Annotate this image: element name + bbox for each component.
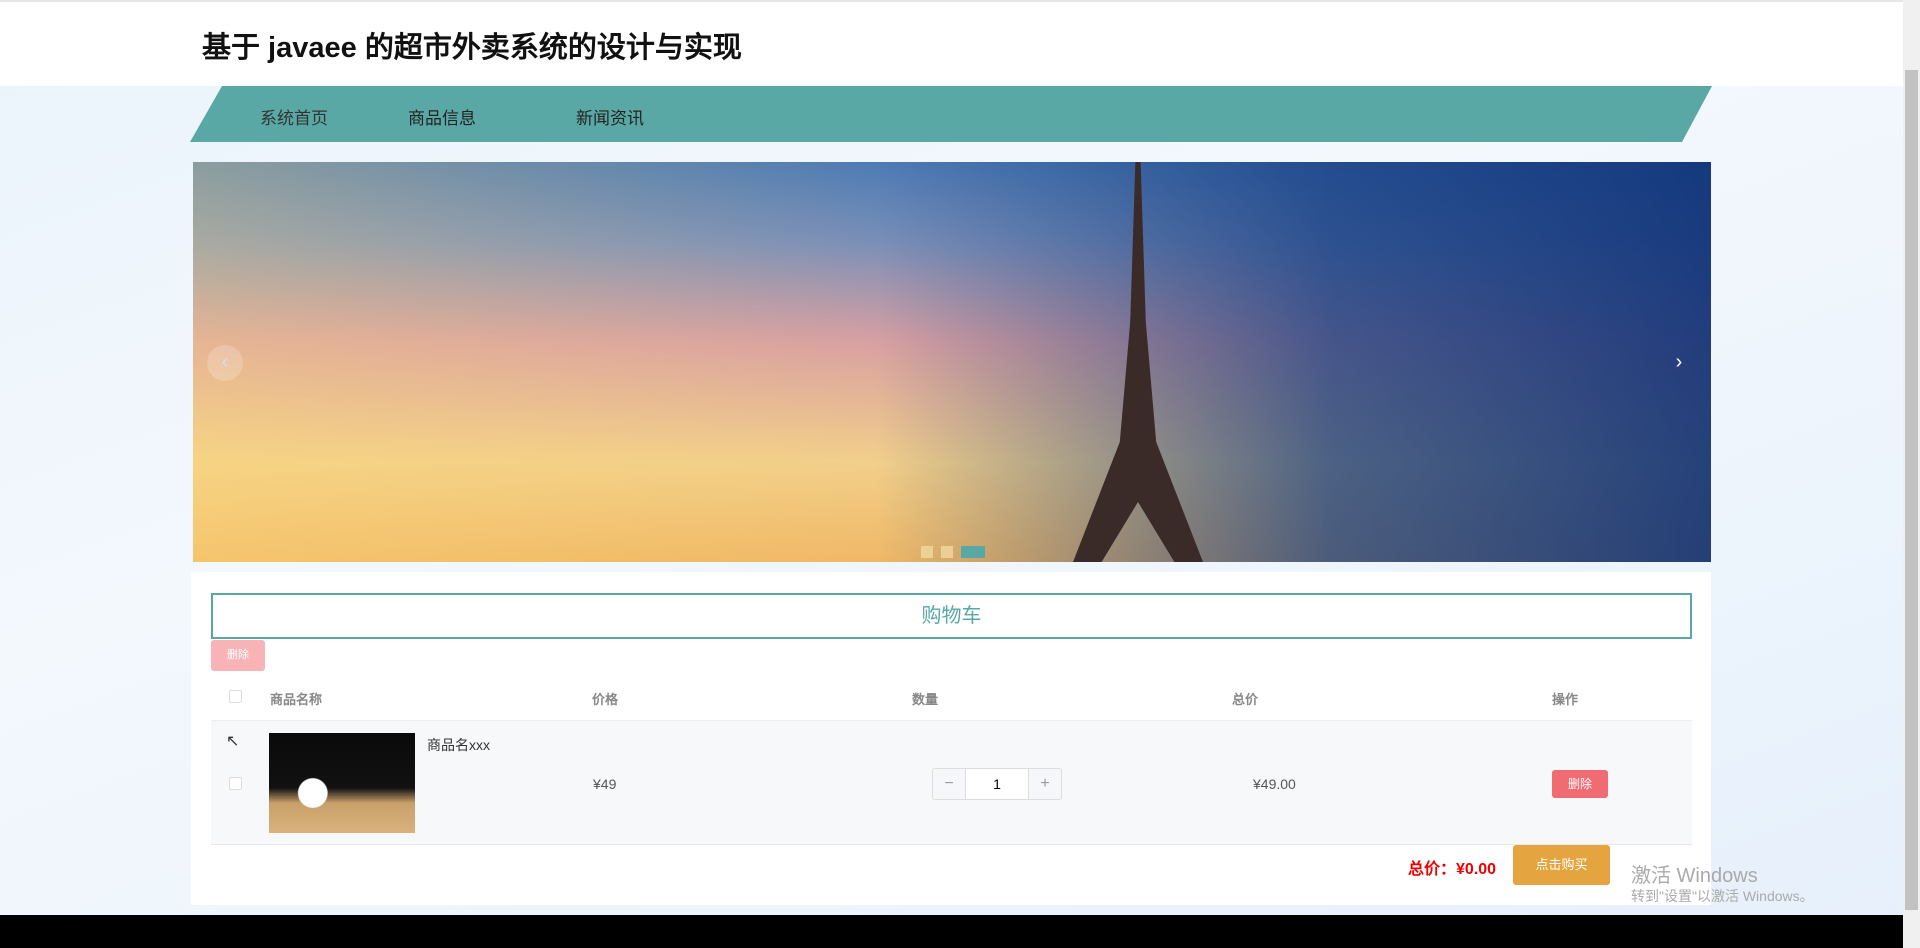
table-row: 商品名xxx ¥49 − + ¥49.00 删除	[211, 720, 1692, 845]
cart-title: 购物车	[211, 593, 1692, 639]
carousel-indicators	[921, 546, 985, 558]
column-header-name: 商品名称	[270, 692, 323, 707]
site-title: 基于 javaee 的超市外卖系统的设计与实现	[202, 32, 742, 64]
taskbar-area	[0, 915, 1903, 948]
nav-item-home[interactable]: 系统首页	[260, 104, 328, 129]
carousel-dot[interactable]	[921, 546, 933, 558]
carousel-next-icon[interactable]: ›	[1661, 345, 1697, 381]
column-header-price: 价格	[592, 692, 619, 707]
column-header-total: 总价	[1232, 692, 1259, 707]
plus-icon[interactable]: +	[1029, 769, 1061, 799]
quantity-input[interactable]	[965, 769, 1029, 799]
main-nav: 系统首页 商品信息 新闻资讯	[190, 86, 1712, 142]
total-label: 总价：	[1408, 861, 1457, 878]
site-header: 基于 javaee 的超市外卖系统的设计与实现	[0, 0, 1903, 86]
column-header-quantity: 数量	[912, 692, 939, 707]
scrollbar[interactable]	[1903, 0, 1920, 948]
carousel-dot[interactable]	[941, 546, 953, 558]
row-checkbox[interactable]	[229, 777, 242, 790]
delete-selected-button[interactable]: 删除	[211, 640, 265, 671]
nav-item-news[interactable]: 新闻资讯	[576, 104, 644, 129]
windows-activation-title: 激活 Windows	[1631, 865, 1758, 887]
carousel-dot-active[interactable]	[961, 546, 985, 558]
nav-item-products[interactable]: 商品信息	[408, 104, 476, 129]
delete-item-button[interactable]: 删除	[1552, 770, 1608, 798]
minus-icon[interactable]: −	[933, 769, 965, 799]
cart-total: 总价：¥0.00	[1408, 855, 1496, 879]
product-name[interactable]: 商品名xxx	[427, 735, 490, 755]
total-value: ¥0.00	[1456, 861, 1497, 878]
scrollbar-thumb[interactable]	[1905, 70, 1918, 910]
carousel-prev-icon[interactable]: ‹	[207, 345, 243, 381]
column-header-action: 操作	[1552, 692, 1579, 707]
mouse-cursor-icon: ↖	[226, 733, 240, 750]
product-price: ¥49	[593, 776, 617, 792]
product-subtotal: ¥49.00	[1253, 776, 1296, 792]
banner-carousel: ‹ ›	[193, 162, 1711, 562]
quantity-stepper: − +	[932, 768, 1062, 800]
select-all-checkbox[interactable]	[229, 690, 242, 703]
buy-button[interactable]: 点击购买	[1513, 845, 1610, 885]
product-image	[269, 733, 415, 833]
windows-activation-hint: 转到"设置"以激活 Windows。	[1631, 888, 1814, 904]
banner-image	[193, 162, 1711, 562]
cart-panel: 购物车 删除 商品名称 价格 数量 总价 操作 商品名xxx ¥49 − + ¥…	[191, 572, 1711, 905]
